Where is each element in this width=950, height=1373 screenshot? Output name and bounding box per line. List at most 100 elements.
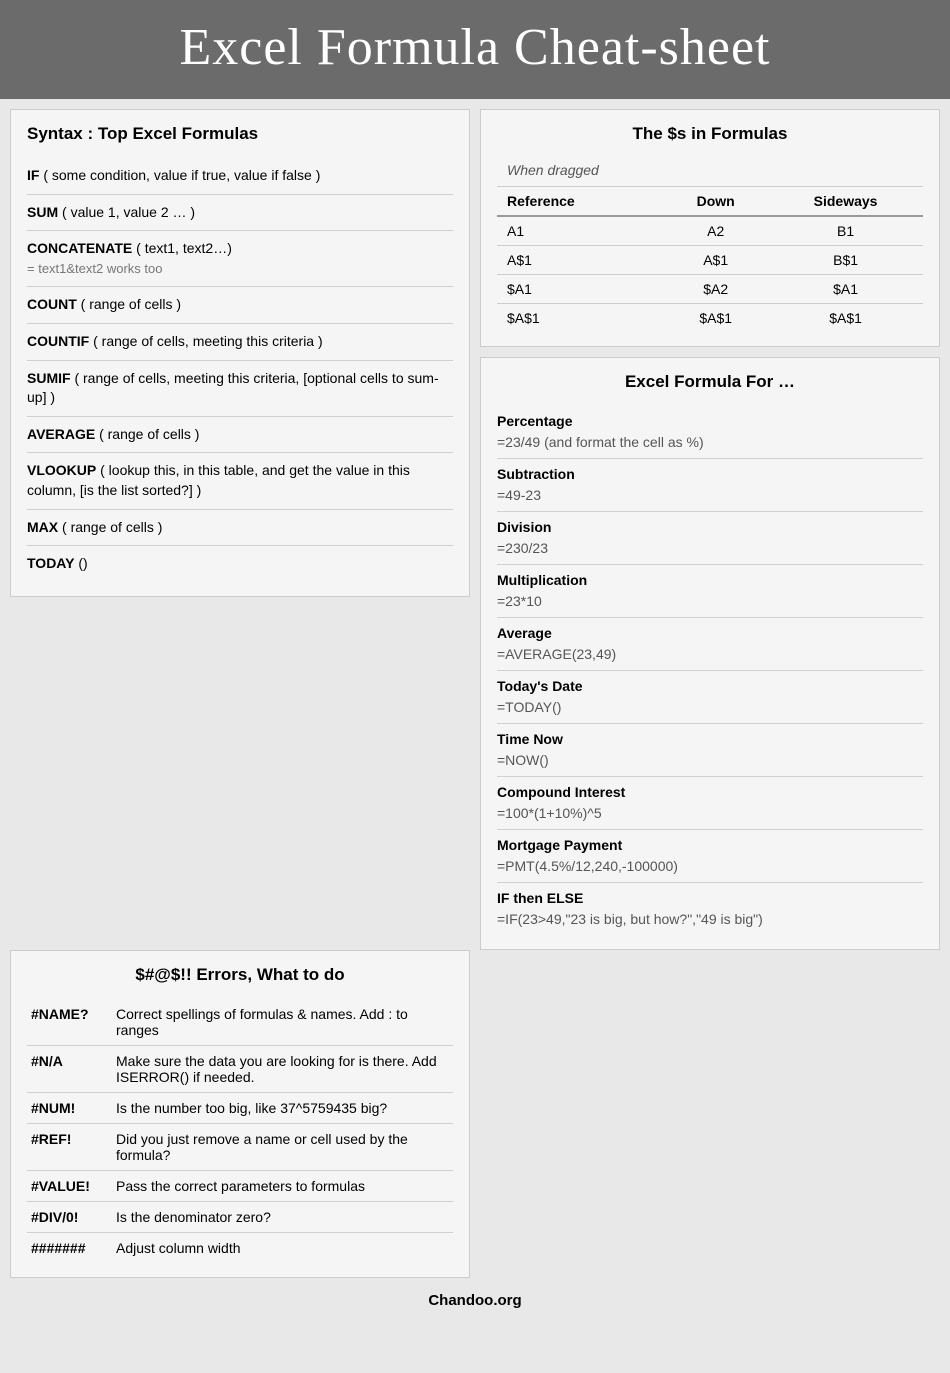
formula-for-item: Compound Interest=100*(1+10%)^5	[497, 777, 923, 830]
formula-for-item: Today's Date=TODAY()	[497, 671, 923, 724]
formula-for-item: Time Now=NOW()	[497, 724, 923, 777]
page-wrapper: Excel Formula Cheat-sheet Syntax : Top E…	[0, 0, 950, 1337]
syntax-item: IF ( some condition, value if true, valu…	[27, 158, 453, 195]
error-row: #DIV/0!Is the denominator zero?	[27, 1202, 453, 1233]
formula-name: VLOOKUP	[27, 462, 96, 478]
right-column: The $s in Formulas When dragged Referenc…	[480, 109, 940, 950]
dollar-row: $A1$A2$A1	[497, 275, 923, 304]
formula-name: SUM	[27, 204, 58, 220]
syntax-card: Syntax : Top Excel Formulas IF ( some co…	[10, 109, 470, 597]
error-row: #NAME?Correct spellings of formulas & na…	[27, 999, 453, 1046]
dollar-row: $A$1$A$1$A$1	[497, 304, 923, 333]
formula-name: SUMIF	[27, 370, 71, 386]
syntax-item: MAX ( range of cells )	[27, 510, 453, 547]
syntax-item: VLOOKUP ( lookup this, in this table, an…	[27, 453, 453, 509]
formula-for-label: Subtraction	[497, 464, 923, 485]
dollar-cell: A$1	[497, 246, 663, 275]
formula-desc: ( range of cells, meeting this criteria,…	[27, 370, 439, 406]
dollar-cell: $A1	[497, 275, 663, 304]
error-row: #REF!Did you just remove a name or cell …	[27, 1124, 453, 1171]
dollar-cell: A2	[663, 216, 768, 246]
formula-sub: = text1&text2 works too	[27, 261, 162, 276]
formula-for-value: =23*10	[497, 591, 923, 612]
errors-table: #NAME?Correct spellings of formulas & na…	[27, 999, 453, 1263]
error-row: #VALUE!Pass the correct parameters to fo…	[27, 1171, 453, 1202]
formula-for-item: Division=230/23	[497, 512, 923, 565]
formula-desc: ()	[78, 555, 87, 571]
dollar-row: A$1A$1B$1	[497, 246, 923, 275]
formula-for-label: Average	[497, 623, 923, 644]
formula-for-label: Mortgage Payment	[497, 835, 923, 856]
formula-desc: ( range of cells )	[62, 519, 162, 535]
syntax-item: COUNTIF ( range of cells, meeting this c…	[27, 324, 453, 361]
formula-desc: ( some condition, value if true, value i…	[43, 167, 320, 183]
syntax-item: COUNT ( range of cells )	[27, 287, 453, 324]
formula-for-label: IF then ELSE	[497, 888, 923, 909]
formula-for-item: Multiplication=23*10	[497, 565, 923, 618]
col-sideways: Sideways	[768, 187, 923, 217]
dollar-signs-table: When dragged Reference Down Sideways A1A…	[497, 158, 923, 332]
formula-for-item: Percentage=23/49 (and format the cell as…	[497, 406, 923, 459]
formula-desc: ( range of cells )	[99, 426, 199, 442]
formula-for-card: Excel Formula For … Percentage=23/49 (an…	[480, 357, 940, 950]
formula-for-item: Average=AVERAGE(23,49)	[497, 618, 923, 671]
formula-desc: ( range of cells )	[81, 296, 181, 312]
syntax-heading: Syntax : Top Excel Formulas	[27, 124, 453, 148]
syntax-item: CONCATENATE ( text1, text2…) = text1&text…	[27, 231, 453, 287]
syntax-item: AVERAGE ( range of cells )	[27, 417, 453, 454]
formula-for-item: Subtraction=49-23	[497, 459, 923, 512]
dollar-cell: $A1	[768, 275, 923, 304]
formula-for-label: Percentage	[497, 411, 923, 432]
formula-for-value: =100*(1+10%)^5	[497, 803, 923, 824]
formula-for-value: =NOW()	[497, 750, 923, 771]
error-desc: Correct spellings of formulas & names. A…	[112, 999, 453, 1046]
formula-name: CONCATENATE	[27, 240, 132, 256]
error-desc: Make sure the data you are looking for i…	[112, 1046, 453, 1093]
main-content: Syntax : Top Excel Formulas IF ( some co…	[0, 99, 950, 950]
error-code: #DIV/0!	[27, 1202, 112, 1233]
bottom-right-spacer	[480, 950, 940, 1278]
dollar-row: A1A2B1	[497, 216, 923, 246]
formula-for-value: =PMT(4.5%/12,240,-100000)	[497, 856, 923, 877]
dollar-cell: $A$1	[663, 304, 768, 333]
formula-name: IF	[27, 167, 39, 183]
formula-for-label: Today's Date	[497, 676, 923, 697]
formula-for-label: Compound Interest	[497, 782, 923, 803]
formula-for-value: =23/49 (and format the cell as %)	[497, 432, 923, 453]
syntax-item: SUMIF ( range of cells, meeting this cri…	[27, 361, 453, 417]
footer: Chandoo.org	[0, 1278, 950, 1317]
formula-for-value: =AVERAGE(23,49)	[497, 644, 923, 665]
error-code: #NUM!	[27, 1093, 112, 1124]
header: Excel Formula Cheat-sheet	[0, 0, 950, 99]
error-code: #NAME?	[27, 999, 112, 1046]
formula-for-heading: Excel Formula For …	[497, 372, 923, 396]
formula-for-value: =230/23	[497, 538, 923, 559]
syntax-item: SUM ( value 1, value 2 … )	[27, 195, 453, 232]
error-desc: Is the denominator zero?	[112, 1202, 453, 1233]
syntax-items: IF ( some condition, value if true, valu…	[27, 158, 453, 582]
bottom-content: $#@$!! Errors, What to do #NAME?Correct …	[0, 950, 950, 1278]
error-code: #REF!	[27, 1124, 112, 1171]
formula-desc: ( text1, text2…)	[136, 240, 232, 256]
dollar-rows: A1A2B1A$1A$1B$1$A1$A2$A1$A$1$A$1$A$1	[497, 216, 923, 332]
formula-for-label: Time Now	[497, 729, 923, 750]
error-desc: Did you just remove a name or cell used …	[112, 1124, 453, 1171]
dollar-cell: A1	[497, 216, 663, 246]
dollar-cell: B$1	[768, 246, 923, 275]
error-row: #######Adjust column width	[27, 1233, 453, 1264]
error-desc: Adjust column width	[112, 1233, 453, 1264]
error-desc: Pass the correct parameters to formulas	[112, 1171, 453, 1202]
dollar-signs-heading: The $s in Formulas	[497, 124, 923, 148]
formula-name: MAX	[27, 519, 58, 535]
dollar-cell: $A$1	[497, 304, 663, 333]
error-row: #N/AMake sure the data you are looking f…	[27, 1046, 453, 1093]
syntax-item: TODAY ()	[27, 546, 453, 582]
footer-text: Chandoo.org	[428, 1292, 521, 1309]
error-row: #NUM!Is the number too big, like 37^5759…	[27, 1093, 453, 1124]
formula-desc: ( range of cells, meeting this criteria …	[93, 333, 323, 349]
formula-name: COUNTIF	[27, 333, 89, 349]
formula-for-value: =49-23	[497, 485, 923, 506]
formula-name: AVERAGE	[27, 426, 95, 442]
formula-for-value: =TODAY()	[497, 697, 923, 718]
formula-name: COUNT	[27, 296, 77, 312]
